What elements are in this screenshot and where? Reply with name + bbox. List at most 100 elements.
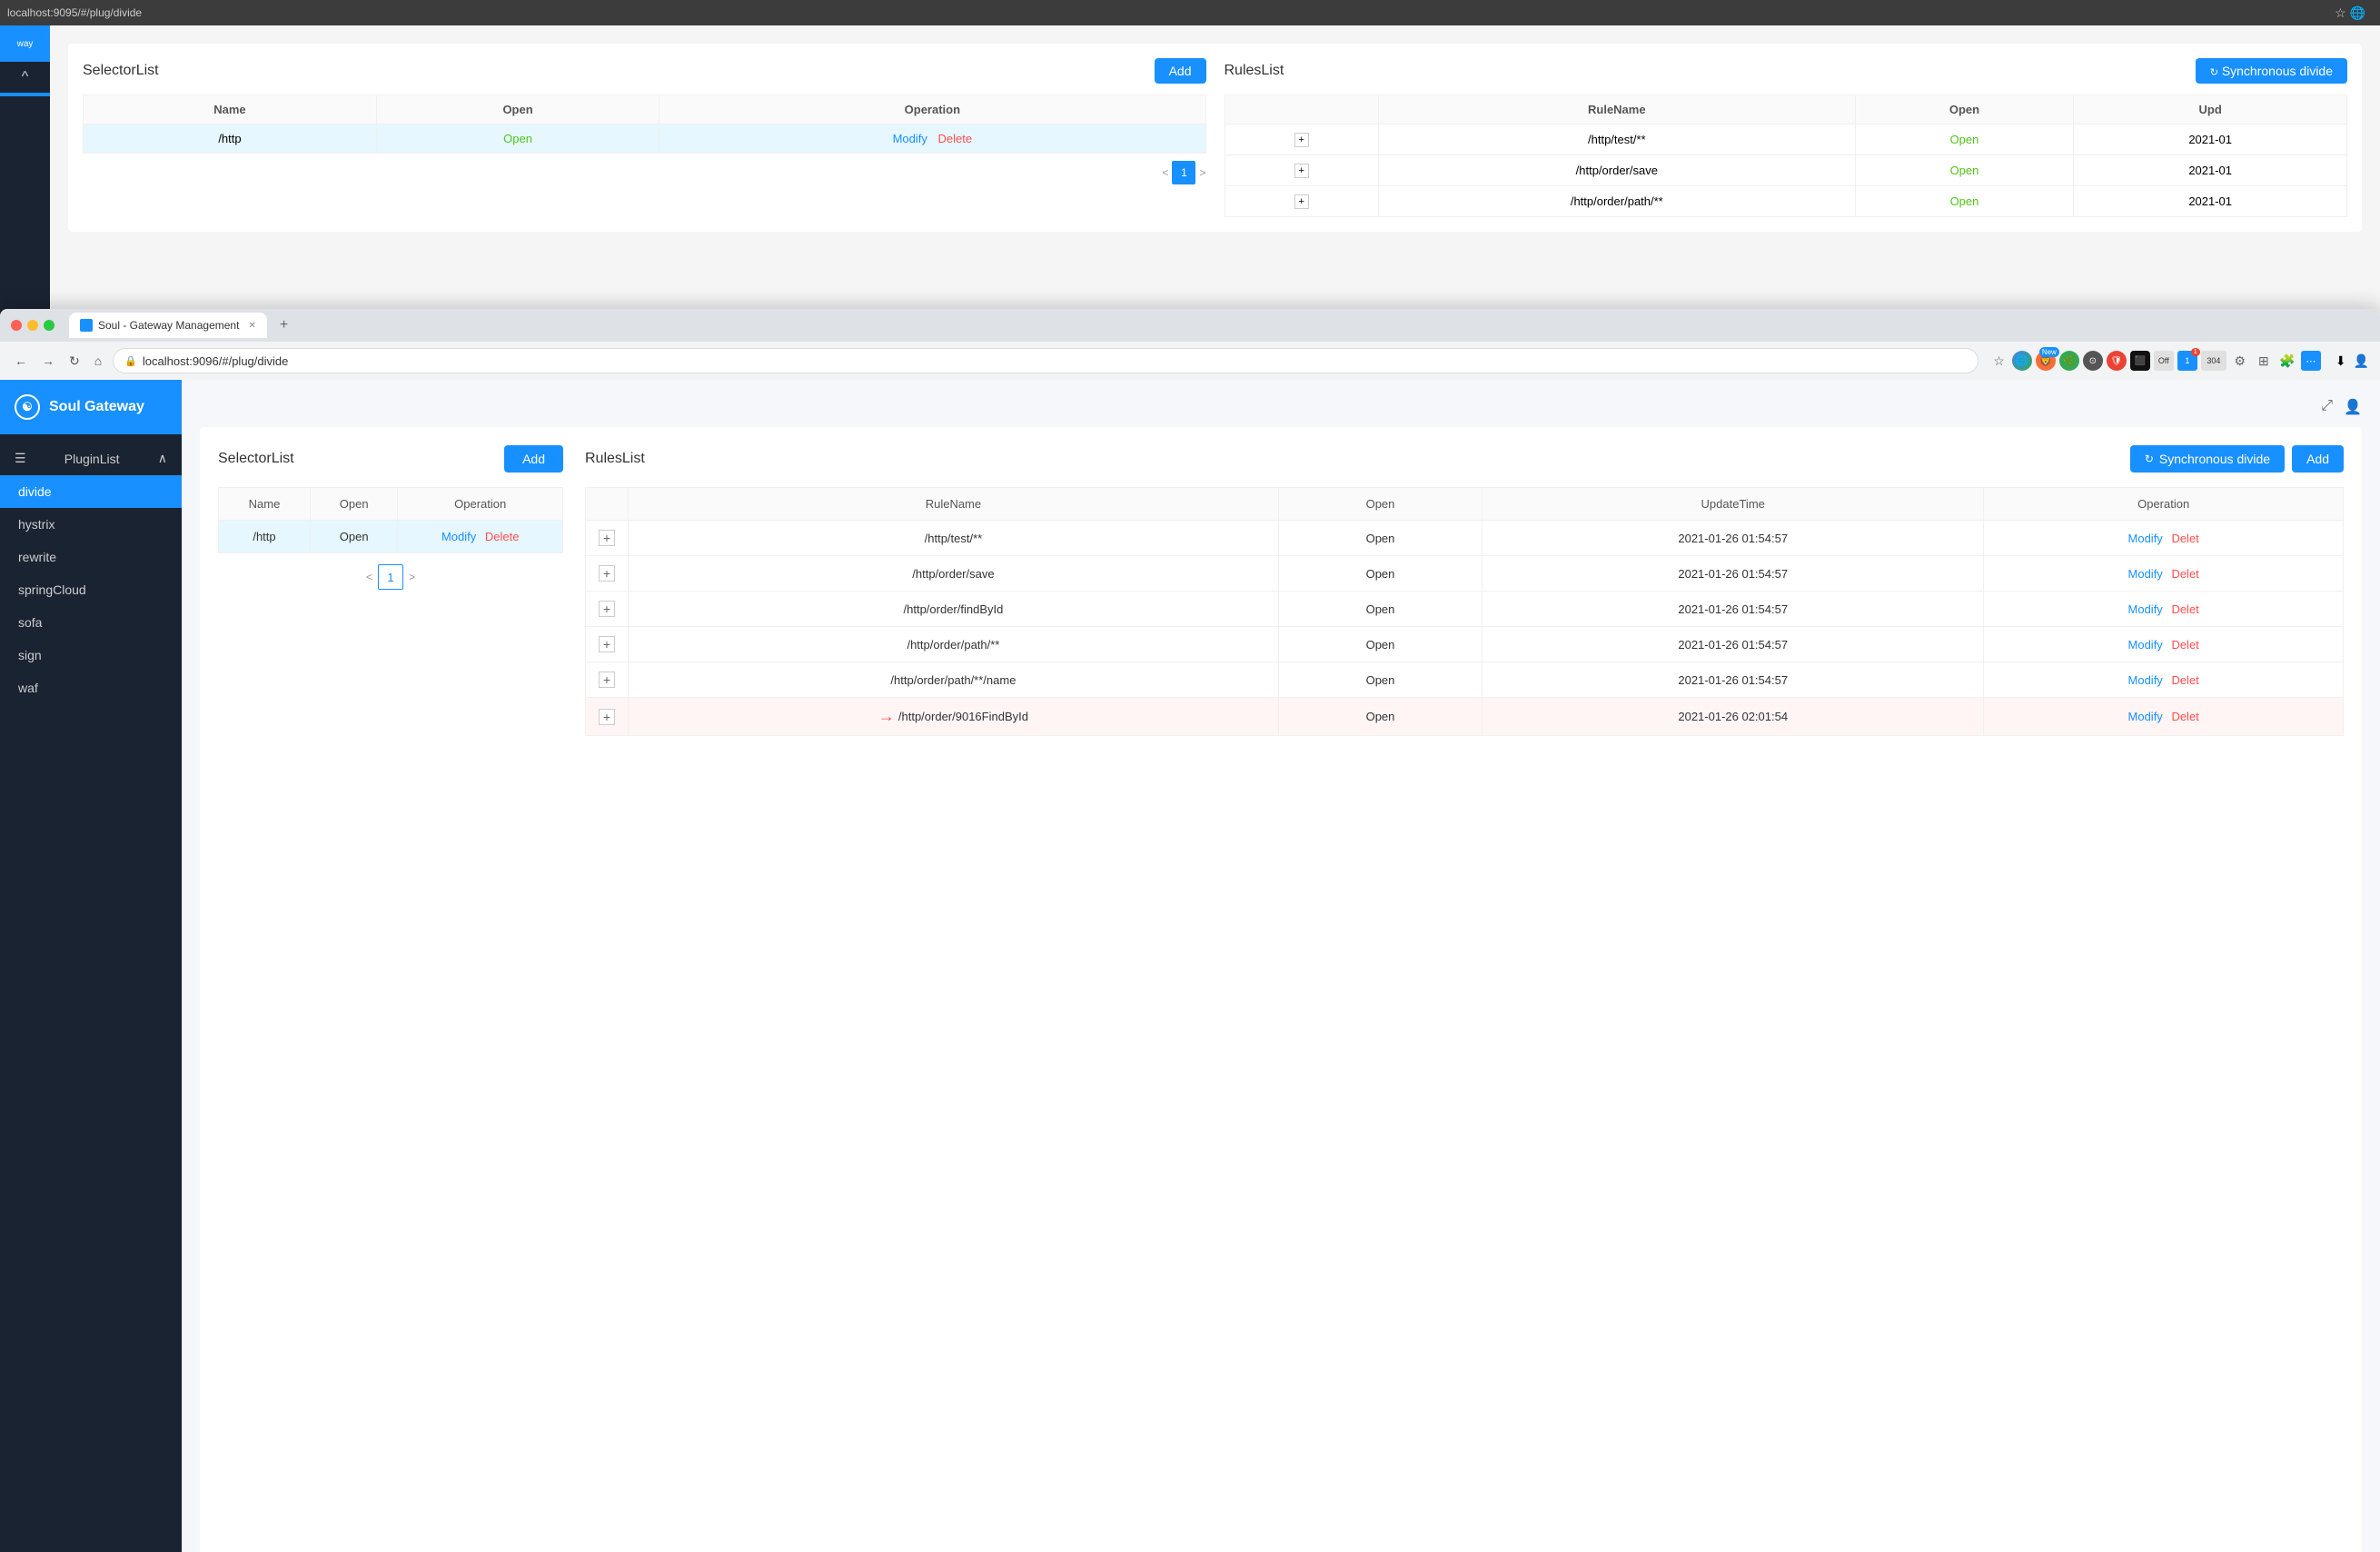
- bg-sync-button[interactable]: ↻ Synchronous divide: [2196, 58, 2347, 84]
- plugin-list-header[interactable]: ☰ PluginList ∧: [0, 442, 182, 475]
- bg-expand-cell[interactable]: +: [1225, 186, 1378, 217]
- new-tab-button[interactable]: +: [280, 317, 288, 333]
- rule-expand-button[interactable]: +: [599, 565, 615, 582]
- rule-delete-link[interactable]: Delet: [2171, 710, 2198, 723]
- expand-icon[interactable]: ⤢: [2321, 398, 2333, 416]
- rule-expand-button[interactable]: +: [599, 636, 615, 652]
- rule-expand-cell[interactable]: +: [586, 556, 629, 592]
- extension-1-icon[interactable]: 🦁 New: [2036, 351, 2056, 371]
- rule-modify-link[interactable]: Modify: [2128, 638, 2163, 652]
- globe-extension-icon[interactable]: 🌐: [2012, 351, 2032, 371]
- bg-selector-row[interactable]: /http Open Modify Delete: [84, 124, 1206, 154]
- extensions-icon[interactable]: 🧩: [2277, 351, 2297, 371]
- add-rule-button[interactable]: Add: [2292, 445, 2344, 473]
- rule-ops-cell: Modify Delet: [1984, 592, 2344, 627]
- fullscreen-traffic-light[interactable]: [44, 320, 55, 331]
- rules-table-row[interactable]: + /http/order/path/** Open 2021-01-26 01…: [586, 627, 2344, 662]
- selector-title: SelectorList: [218, 451, 294, 467]
- selector-delete-link[interactable]: Delete: [485, 530, 520, 543]
- rule-name-cell: /http/order/path/**/name: [629, 662, 1279, 698]
- bg-pagination: < 1 >: [83, 161, 1206, 184]
- bg-delete-link[interactable]: Delete: [938, 132, 973, 145]
- sidebar-item-hystrix[interactable]: hystrix: [0, 508, 182, 541]
- rule-expand-button[interactable]: +: [599, 601, 615, 617]
- rules-table-row[interactable]: + /http/order/path/**/name Open 2021-01-…: [586, 662, 2344, 698]
- rule-modify-link[interactable]: Modify: [2128, 567, 2163, 581]
- sidebar-item-sign[interactable]: sign: [0, 639, 182, 672]
- sidebar-item-sofa[interactable]: sofa: [0, 606, 182, 639]
- bg-rule-row[interactable]: + /http/order/path/** Open 2021-01: [1225, 186, 2347, 217]
- minimize-traffic-light[interactable]: [27, 320, 38, 331]
- rule-expand-cell[interactable]: +: [586, 627, 629, 662]
- rule-delete-link[interactable]: Delet: [2171, 673, 2198, 687]
- gear-icon[interactable]: ⚙: [2230, 351, 2250, 371]
- bg-modify-link[interactable]: Modify: [893, 132, 927, 145]
- bg-page-1[interactable]: 1: [1172, 161, 1195, 184]
- rule-delete-link[interactable]: Delet: [2171, 567, 2198, 581]
- rule-expand-button[interactable]: +: [599, 709, 615, 725]
- rule-expand-cell[interactable]: +: [586, 592, 629, 627]
- rule-delete-link[interactable]: Delet: [2171, 602, 2198, 616]
- bg-expand-cell[interactable]: +: [1225, 124, 1378, 155]
- bg-rules-section: RulesList ↻ Synchronous divide RuleName …: [1225, 58, 2348, 217]
- active-tab[interactable]: Soul - Gateway Management ✕: [69, 313, 267, 338]
- rules-table-row[interactable]: + /http/test/** Open 2021-01-26 01:54:57…: [586, 521, 2344, 556]
- bg-rulename-cell: /http/order/save: [1378, 155, 1855, 186]
- bookmark-star-icon[interactable]: ☆: [1989, 350, 2008, 373]
- rule-expand-cell[interactable]: +: [586, 662, 629, 698]
- sidebar-item-springCloud[interactable]: springCloud: [0, 573, 182, 606]
- sidebar-item-waf[interactable]: waf: [0, 672, 182, 704]
- rules-table-row[interactable]: + /http/order/findById Open 2021-01-26 0…: [586, 592, 2344, 627]
- extension-4-icon[interactable]: 🛡: [2107, 351, 2127, 371]
- back-button[interactable]: ←: [11, 350, 31, 372]
- bg-add-button[interactable]: Add: [1155, 58, 1206, 84]
- extension-7-icon[interactable]: 1 1: [2177, 351, 2197, 371]
- selector-row-http[interactable]: /http Open Modify Delete: [219, 521, 563, 553]
- extension-3-icon[interactable]: ⊙: [2083, 351, 2103, 371]
- off-badge-icon[interactable]: Off: [2154, 351, 2174, 371]
- extension-5-icon[interactable]: ⬛: [2130, 351, 2150, 371]
- selector-page-1[interactable]: 1: [378, 564, 403, 590]
- num-304-icon[interactable]: 304: [2201, 351, 2226, 371]
- rule-modify-link[interactable]: Modify: [2128, 532, 2163, 545]
- close-traffic-light[interactable]: [11, 320, 22, 331]
- tab-close-button[interactable]: ✕: [248, 321, 255, 331]
- bg-rule-row[interactable]: + /http/order/save Open 2021-01: [1225, 155, 2347, 186]
- col-name: Name: [219, 488, 311, 521]
- selector-next-page[interactable]: >: [409, 571, 415, 583]
- bg-next-page[interactable]: >: [1199, 166, 1205, 179]
- rule-delete-link[interactable]: Delet: [2171, 638, 2198, 652]
- bg-expand-cell[interactable]: +: [1225, 155, 1378, 186]
- rule-modify-link[interactable]: Modify: [2128, 673, 2163, 687]
- extra-extension-icon[interactable]: ⋯: [2301, 351, 2321, 371]
- sidebar-item-rewrite[interactable]: rewrite: [0, 541, 182, 573]
- rule-modify-link[interactable]: Modify: [2128, 602, 2163, 616]
- sidebar-item-divide[interactable]: divide: [0, 475, 182, 508]
- user-icon[interactable]: 👤: [2344, 398, 2362, 416]
- account-icon[interactable]: 👤: [2354, 353, 2369, 369]
- background-browser: localhost:9095/#/plug/divide ☆ 🌐 way ^ S…: [0, 0, 2380, 336]
- home-button[interactable]: ⌂: [91, 350, 105, 372]
- bg-prev-page[interactable]: <: [1162, 166, 1168, 179]
- selector-modify-link[interactable]: Modify: [441, 530, 476, 543]
- plugin-list-label: PluginList: [64, 452, 120, 466]
- download-icon[interactable]: ⬇: [2335, 353, 2346, 369]
- sync-divide-button[interactable]: ↻ Synchronous divide: [2130, 445, 2285, 473]
- rule-expand-cell[interactable]: +: [586, 521, 629, 556]
- forward-button[interactable]: →: [38, 350, 58, 372]
- selector-prev-page[interactable]: <: [366, 571, 372, 583]
- rule-expand-button[interactable]: +: [599, 672, 615, 688]
- rule-expand-button[interactable]: +: [599, 530, 615, 546]
- rule-delete-link[interactable]: Delet: [2171, 532, 2198, 545]
- add-selector-button[interactable]: Add: [504, 445, 563, 473]
- rule-expand-cell[interactable]: +: [586, 698, 629, 736]
- address-bar[interactable]: 🔒 localhost:9096/#/plug/divide: [113, 348, 1978, 373]
- rules-table-row[interactable]: + → /http/order/9016FindById Open 2021-0…: [586, 698, 2344, 736]
- rule-modify-link[interactable]: Modify: [2128, 710, 2163, 723]
- bg-rule-row[interactable]: + /http/test/** Open 2021-01: [1225, 124, 2347, 155]
- sync-icon: ↻: [2145, 453, 2154, 465]
- extension-2-icon[interactable]: 🌿: [2059, 351, 2079, 371]
- reload-button[interactable]: ↻: [65, 350, 84, 373]
- grid-icon[interactable]: ⊞: [2254, 351, 2274, 371]
- rules-table-row[interactable]: + /http/order/save Open 2021-01-26 01:54…: [586, 556, 2344, 592]
